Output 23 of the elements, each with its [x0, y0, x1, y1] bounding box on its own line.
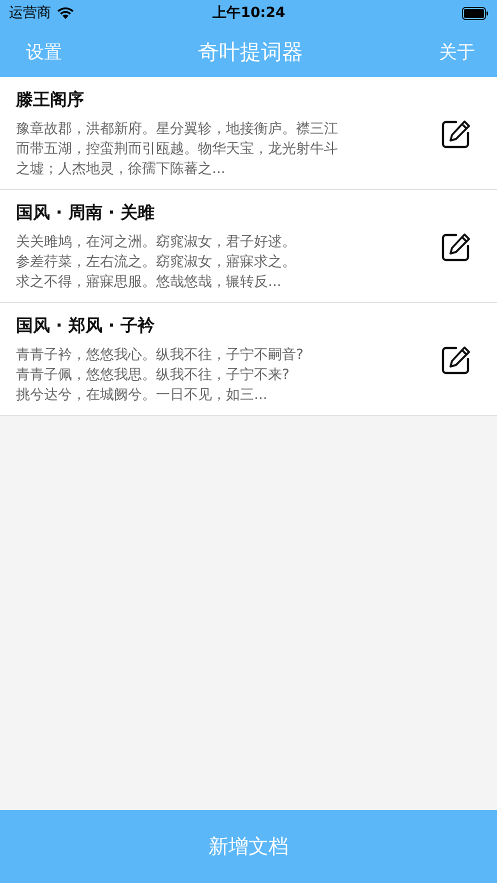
edit-icon[interactable]	[441, 232, 471, 262]
battery-icon	[462, 6, 489, 20]
wifi-icon	[57, 7, 74, 19]
edit-icon[interactable]	[441, 118, 471, 148]
preview-line: 青青子佩，悠悠我思。纵我不往，子宁不来?	[16, 366, 290, 385]
preview-line: 求之不得，寤寐思服。悠哉悠哉，辗转反...	[16, 273, 282, 292]
status-time: 上午10:24	[212, 4, 286, 22]
preview-line: 之墟；人杰地灵，徐孺下陈蕃之...	[16, 160, 226, 179]
edit-icon[interactable]	[441, 344, 471, 374]
preview-line: 挑兮达兮，在城阙兮。一日不见，如三...	[16, 386, 268, 405]
carrier-label: 运营商	[9, 4, 51, 22]
document-title: 国风 · 郑风 · 子衿	[16, 315, 155, 338]
nav-title: 奇叶提词器	[198, 38, 303, 66]
document-title: 国风 · 周南 · 关雎	[16, 202, 155, 225]
document-row[interactable]: 滕王阁序 豫章故郡，洪都新府。星分翼轸，地接衡庐。襟三江 而带五湖，控蛮荆而引瓯越。物华天宝，龙光射牛斗 之墟；人杰地灵，徐孺下陈蕃之...	[0, 77, 497, 190]
document-title: 滕王阁序	[16, 89, 84, 112]
preview-line: 豫章故郡，洪都新府。星分翼轸，地接衡庐。襟三江	[16, 120, 338, 139]
preview-line: 参差荇菜，左右流之。窈窕淑女，寤寐求之。	[16, 253, 296, 272]
preview-line: 关关雎鸠，在河之洲。窈窕淑女，君子好逑。	[16, 233, 296, 252]
preview-line: 青青子衿，悠悠我心。纵我不往，子宁不嗣音?	[16, 346, 304, 365]
document-row[interactable]: 国风 · 郑风 · 子衿 青青子衿，悠悠我心。纵我不往，子宁不嗣音? 青青子佩，悠悠我思。纵我不往，子宁不来? 挑兮达兮，在城阙兮。一日不见，如三...	[0, 303, 497, 416]
document-row[interactable]: 国风 · 周南 · 关雎 关关雎鸠，在河之洲。窈窕淑女，君子好逑。 参差荇菜，左右流之。窈窕淑女，寤寐求之。 求之不得，寤寐思服。悠哉悠哉，辗转反...	[0, 190, 497, 303]
preview-line: 而带五湖，控蛮荆而引瓯越。物华天宝，龙光射牛斗	[16, 140, 338, 159]
